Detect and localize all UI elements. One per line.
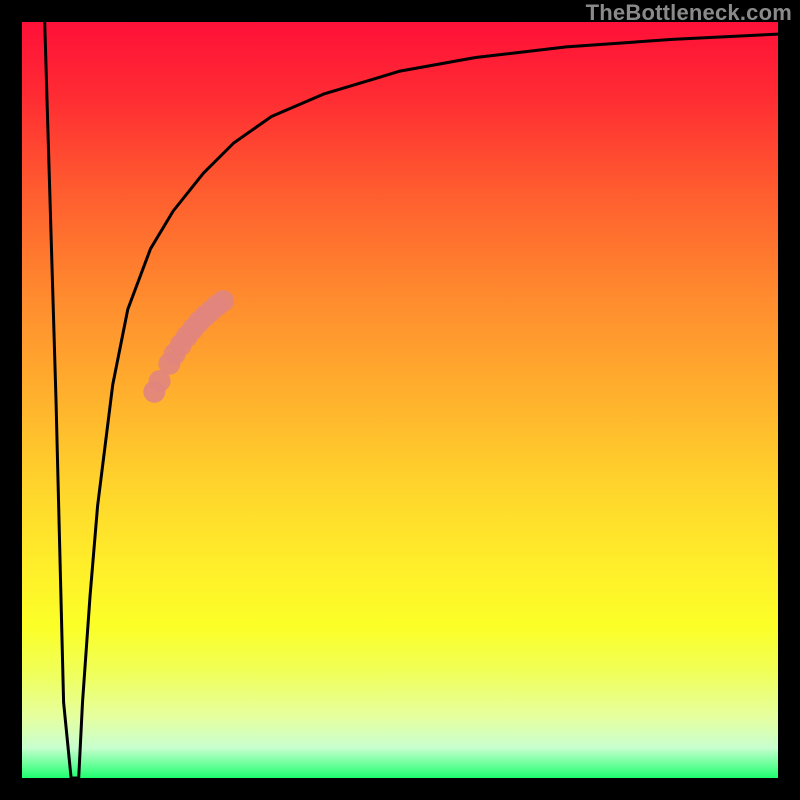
chart-stage: TheBottleneck.com [0,0,800,800]
watermark-text: TheBottleneck.com [586,0,792,26]
highlight-dots [143,290,234,403]
chart-overlay-svg [0,0,800,800]
